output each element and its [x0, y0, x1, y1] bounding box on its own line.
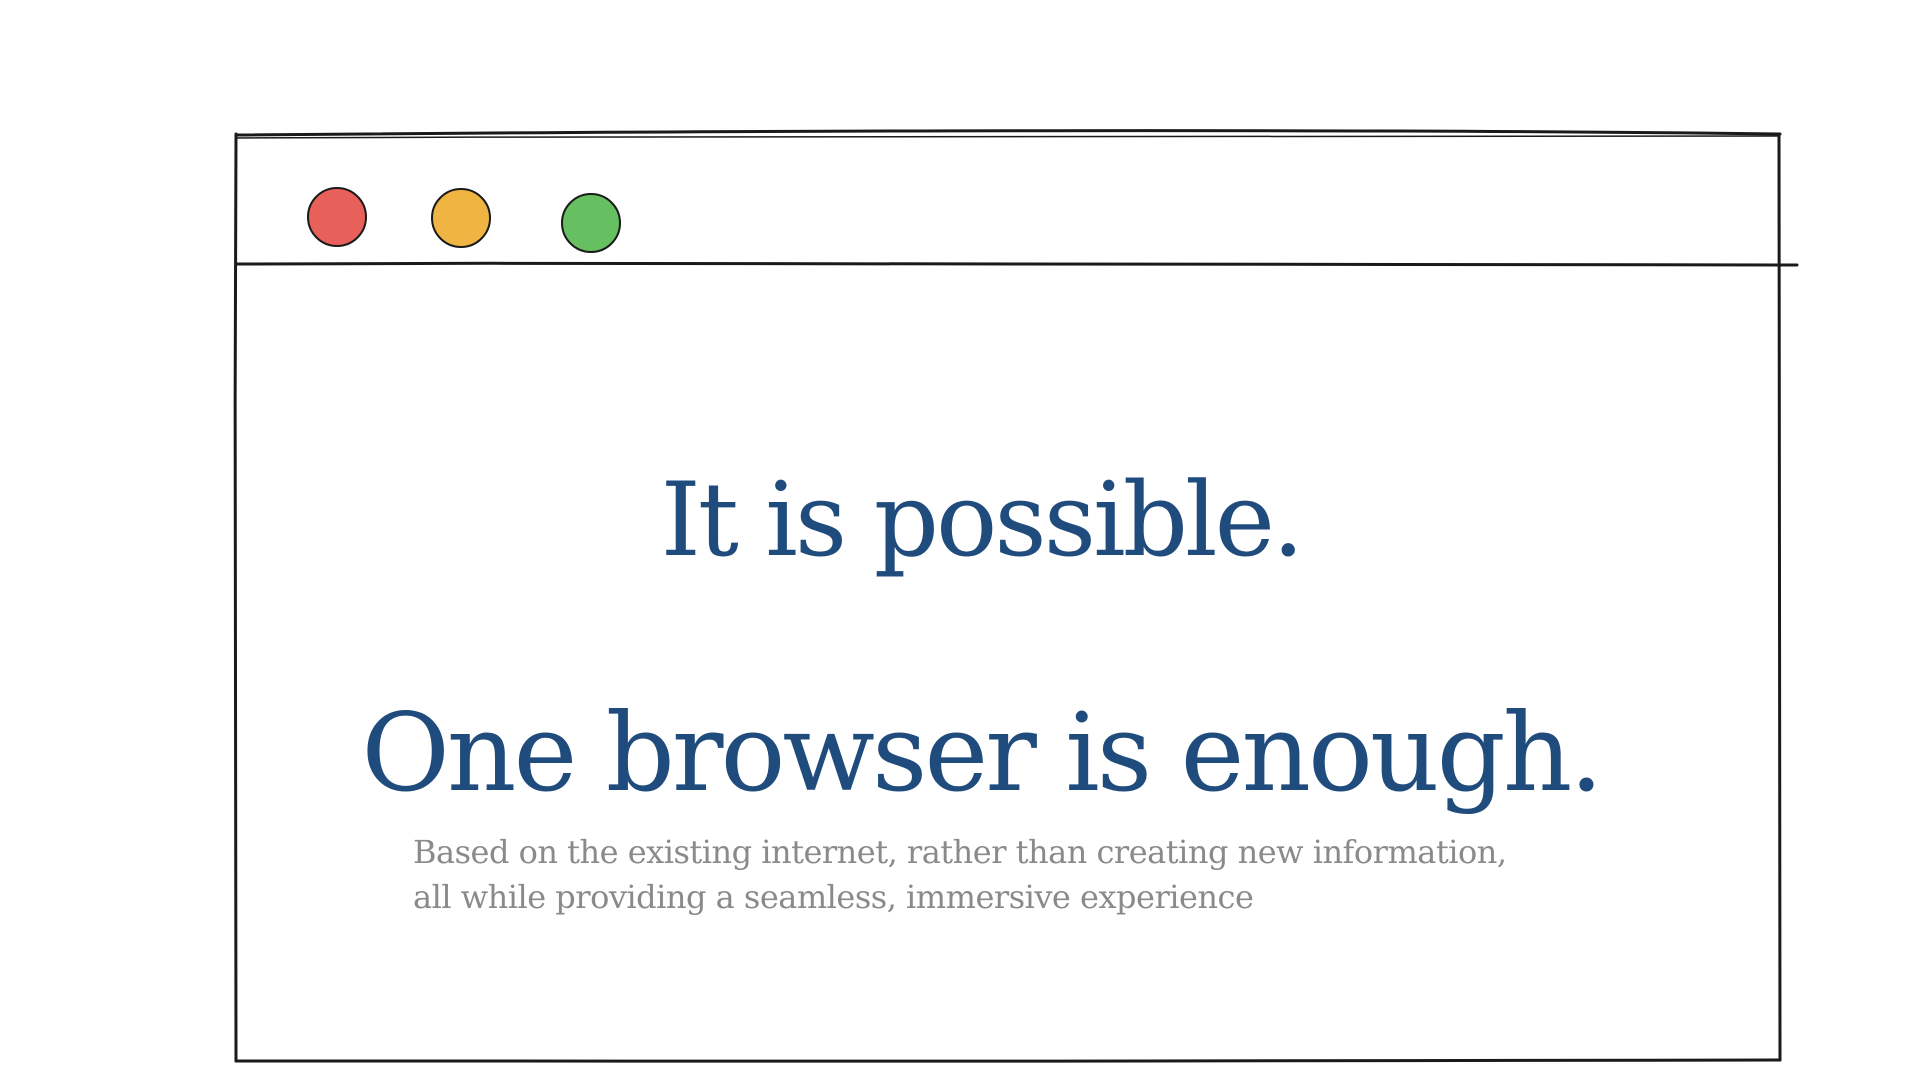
window-right-edge	[1777, 132, 1782, 1062]
close-window-button[interactable]	[307, 187, 367, 247]
hero-subtitle-line: Based on the existing internet, rather t…	[413, 833, 1507, 871]
hero-headline-secondary: One browser is enough.	[361, 691, 1603, 816]
window-left-edge	[233, 132, 238, 1063]
hero-subtitle-line: all while providing a seamless, immersiv…	[413, 878, 1254, 916]
minimize-window-button[interactable]	[431, 188, 491, 248]
window-top-edge	[234, 129, 1782, 137]
hero-subtitle: Based on the existing internet, rather t…	[413, 830, 1653, 920]
window-top-edge-overstroke	[235, 133, 1778, 139]
hero-headline-primary: It is possible.	[660, 461, 1305, 580]
title-bar-divider	[234, 261, 1799, 267]
maximize-window-button[interactable]	[561, 193, 621, 253]
browser-sketch-slide: It is possible. One browser is enough. B…	[0, 0, 1920, 1080]
window-bottom-edge	[234, 1058, 1782, 1064]
